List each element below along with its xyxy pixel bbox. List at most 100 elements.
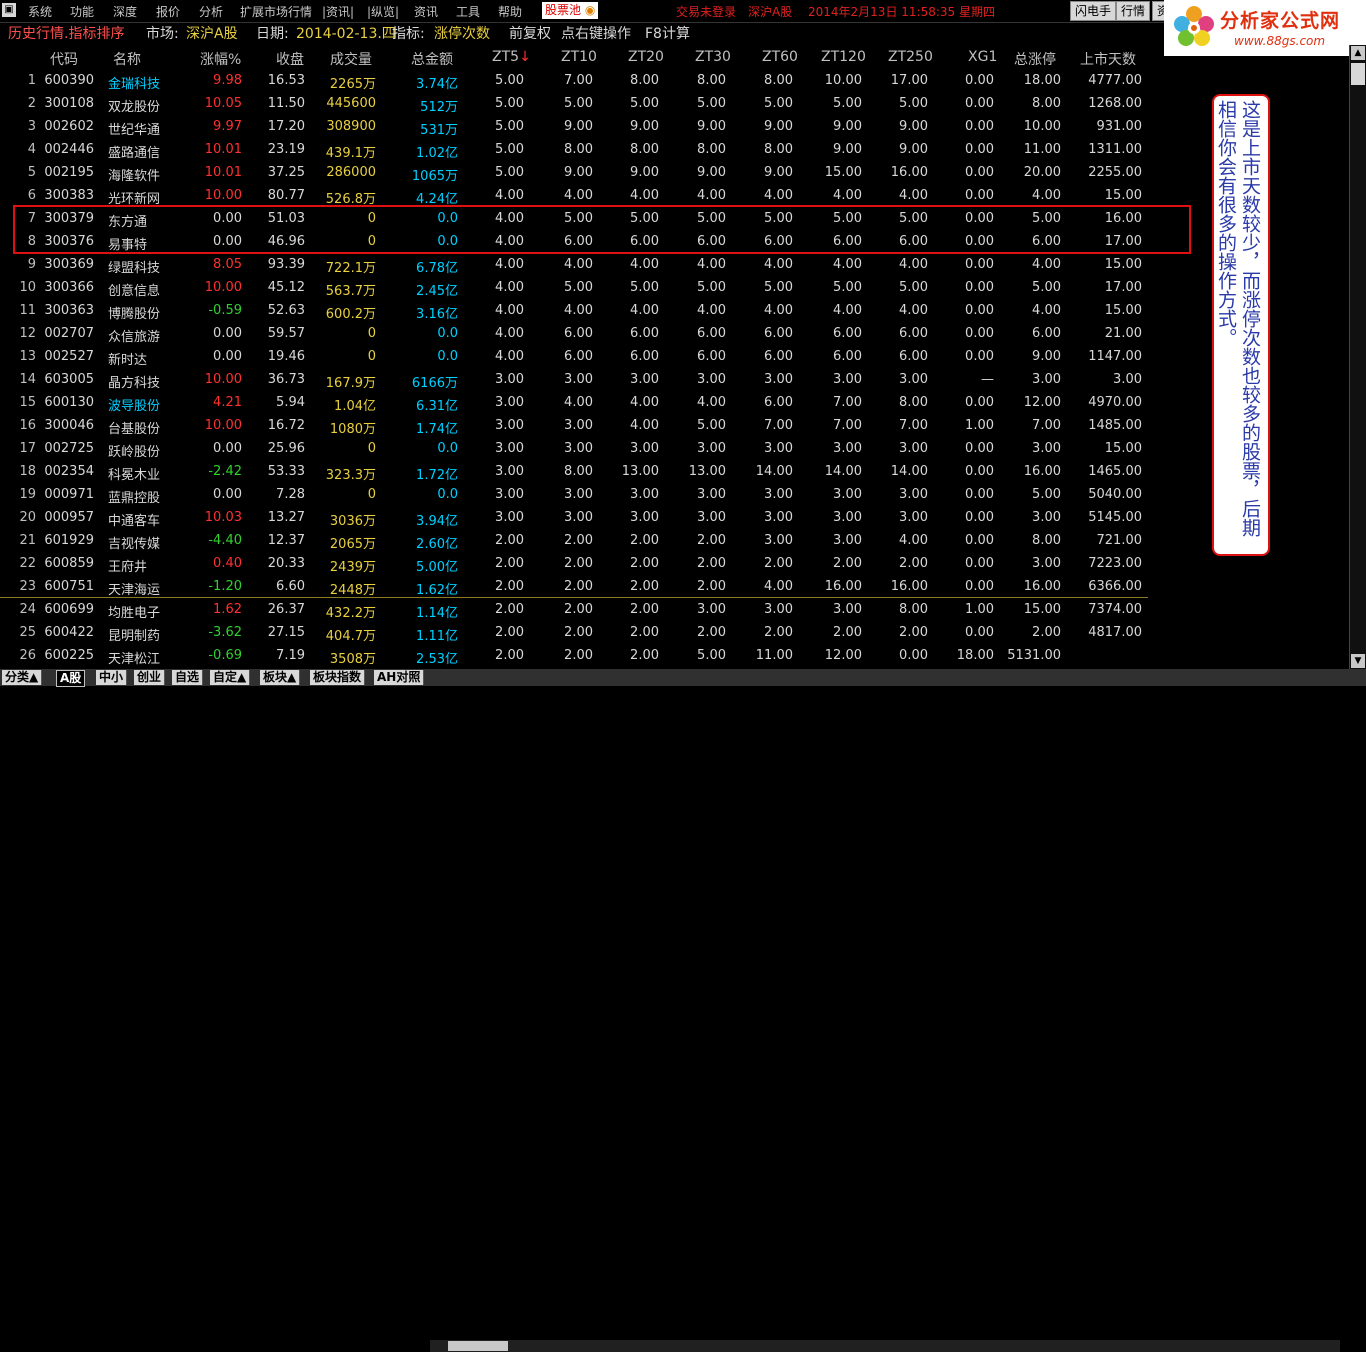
market-value[interactable]: 深沪A股 — [186, 23, 238, 43]
table-row[interactable]: 3 002602 世纪华通 9.97 17.20 308900 531万 5.00 9.00 9.… — [0, 116, 1148, 139]
table-row[interactable]: 18 002354 科冕木业 -2.42 53.33 323.3万 1.72亿 3.00 8.0… — [0, 461, 1148, 484]
table-row[interactable]: 16 300046 台基股份 10.00 16.72 1080万 1.74亿 3.00 3.00… — [0, 415, 1148, 438]
table-row[interactable]: 25 600422 昆明制药 -3.62 27.15 404.7万 1.11亿 2.00 2.0… — [0, 622, 1148, 645]
col-listed-days[interactable]: 上市天数 — [1080, 49, 1136, 69]
menu-info[interactable]: 资讯 — [414, 3, 438, 20]
zt5: 3.00 — [495, 395, 524, 410]
horizontal-scrollbar[interactable] — [430, 1340, 1340, 1352]
tab-category[interactable]: 分类▲ — [2, 670, 43, 685]
menu-depth[interactable]: 深度 — [113, 3, 137, 20]
date-value[interactable]: 2014-02-13.四 — [296, 23, 396, 43]
menu-stock-pool[interactable]: 股票池 ◉ — [542, 2, 599, 19]
table-row[interactable]: 2 300108 双龙股份 10.05 11.50 445600 512万 5.00 5.00 5… — [0, 93, 1148, 116]
zt30: 6.00 — [697, 326, 726, 341]
table-row[interactable]: 5 002195 海隆软件 10.01 37.25 286000 1065万 5.00 9.00… — [0, 162, 1148, 185]
table-row[interactable]: 26 600225 天津松江 -0.69 7.19 3508万 2.53亿 2.00 2.00 2… — [0, 645, 1148, 668]
zt60: 6.00 — [764, 349, 793, 364]
menu-system[interactable]: 系统 — [28, 3, 52, 20]
vertical-scrollbar[interactable]: ▲ ▼ — [1349, 45, 1366, 669]
app-menu-icon[interactable]: ▣ — [2, 3, 16, 17]
table-row[interactable]: 19 000971 蓝鼎控股 0.00 7.28 0 0.0 3.00 3.00 3.00 3.00… — [0, 484, 1148, 507]
menu-analysis[interactable]: 分析 — [199, 3, 223, 20]
hscroll-thumb[interactable] — [448, 1341, 508, 1351]
tab-ah-compare[interactable]: AH对照 — [374, 670, 425, 685]
tab-sector-index[interactable]: 板块指数 — [310, 670, 366, 685]
col-zt250[interactable]: ZT250 — [888, 49, 933, 65]
table-row[interactable]: 1 600390 金瑞科技 9.98 16.53 2265万 3.74亿 5.00 7.00 8.… — [0, 70, 1148, 93]
change-pct: 9.98 — [213, 73, 242, 88]
table-row[interactable]: 22 600859 王府井 0.40 20.33 2439万 5.00亿 2.00 2.00 2.… — [0, 553, 1148, 576]
table-row[interactable]: 20 000957 中通客车 10.03 13.27 3036万 3.94亿 3.00 3.00… — [0, 507, 1148, 530]
scroll-down-icon[interactable]: ▼ — [1351, 654, 1365, 668]
zt10: 5.00 — [564, 280, 593, 295]
menu-info-a[interactable]: |资讯| — [322, 3, 354, 20]
zt30: 4.00 — [697, 303, 726, 318]
col-zt60[interactable]: ZT60 — [762, 49, 798, 65]
total-limit-up: 8.00 — [1032, 96, 1061, 111]
tab-sector[interactable]: 板块▲ — [260, 670, 301, 685]
table-row[interactable]: 14 603005 晶方科技 10.00 36.73 167.9万 6166万 3.00 3.0… — [0, 369, 1148, 392]
col-name[interactable]: 名称 — [113, 49, 141, 69]
col-zt120[interactable]: ZT120 — [821, 49, 866, 65]
zt10: 6.00 — [564, 349, 593, 364]
col-total-limit-up[interactable]: 总涨停 — [1014, 49, 1056, 69]
table-row[interactable]: 9 300369 绿盟科技 8.05 93.39 722.1万 6.78亿 4.00 4.00 4… — [0, 254, 1148, 277]
col-zt10[interactable]: ZT10 — [561, 49, 597, 65]
table-row[interactable]: 10 300366 创意信息 10.00 45.12 563.7万 2.45亿 4.00 5.0… — [0, 277, 1148, 300]
f8-calc[interactable]: F8计算 — [645, 23, 690, 43]
zt5: 5.00 — [495, 119, 524, 134]
menu-tools[interactable]: 工具 — [456, 3, 480, 20]
scroll-thumb[interactable] — [1351, 63, 1365, 85]
table-row[interactable]: 24 600699 均胜电子 1.62 26.37 432.2万 1.14亿 2.00 2.00… — [0, 599, 1148, 622]
col-change[interactable]: 涨幅% — [200, 49, 241, 69]
tab-custom[interactable]: 自定▲ — [210, 670, 251, 685]
table-row[interactable]: 11 300363 博腾股份 -0.59 52.63 600.2万 3.16亿 4.00 4.0… — [0, 300, 1148, 323]
table-row[interactable]: 17 002725 跃岭股份 0.00 25.96 0 0.0 3.00 3.00 3.00 3.0… — [0, 438, 1148, 461]
menu-quote[interactable]: 报价 — [156, 3, 180, 20]
zt250: 16.00 — [890, 579, 928, 594]
table-row[interactable]: 15 600130 波导股份 4.21 5.94 1.04亿 6.31亿 3.00 4.00 4.… — [0, 392, 1148, 415]
col-zt5-label: ZT5 — [492, 49, 520, 65]
menu-ext-market[interactable]: 扩展市场行情 — [240, 3, 312, 20]
table-row[interactable]: 23 600751 天津海运 -1.20 6.60 2448万 1.62亿 2.00 2.00 2… — [0, 576, 1148, 599]
zt250: 6.00 — [899, 349, 928, 364]
amount: 2.60亿 — [416, 537, 458, 552]
menu-function[interactable]: 功能 — [70, 3, 94, 20]
table-row[interactable]: 12 002707 众信旅游 0.00 59.57 0 0.0 4.00 6.00 6.00 6.0… — [0, 323, 1148, 346]
tab-sme[interactable]: 中小 — [96, 670, 128, 685]
amount: 1065万 — [411, 169, 458, 184]
col-close[interactable]: 收盘 — [276, 49, 304, 69]
col-zt5[interactable]: ZT5↓ — [492, 49, 531, 65]
table-row[interactable]: 13 002527 新时达 0.00 19.46 0 0.0 4.00 6.00 6.00 6.00… — [0, 346, 1148, 369]
xg1: 0.00 — [965, 119, 994, 134]
scroll-up-icon[interactable]: ▲ — [1351, 46, 1365, 60]
col-volume[interactable]: 成交量 — [330, 49, 372, 69]
tab-watchlist[interactable]: 自选 — [172, 670, 204, 685]
row-index: 18 — [19, 464, 36, 479]
table-row[interactable]: 4 002446 盛路通信 10.01 23.19 439.1万 1.02亿 5.00 8.00… — [0, 139, 1148, 162]
flash-trade-button[interactable]: 闪电手 — [1070, 1, 1117, 21]
menu-help[interactable]: 帮助 — [498, 3, 522, 20]
tab-chinext[interactable]: 创业 — [134, 670, 166, 685]
zt20: 4.00 — [630, 303, 659, 318]
adjust-mode[interactable]: 前复权 — [509, 23, 551, 43]
zt120: 4.00 — [833, 303, 862, 318]
zt5: 3.00 — [495, 372, 524, 387]
col-code[interactable]: 代码 — [50, 49, 78, 69]
menu-overview[interactable]: |纵览| — [367, 3, 399, 20]
zt60: 8.00 — [764, 142, 793, 157]
quote-button[interactable]: 行情 — [1116, 1, 1151, 21]
change-pct: 8.05 — [213, 257, 242, 272]
col-zt20[interactable]: ZT20 — [628, 49, 664, 65]
col-xg1[interactable]: XG1 — [968, 49, 997, 65]
zt60: 5.00 — [764, 96, 793, 111]
xg1: 0.00 — [965, 142, 994, 157]
zt20: 4.00 — [630, 188, 659, 203]
col-zt30[interactable]: ZT30 — [695, 49, 731, 65]
table-row[interactable]: 21 601929 吉视传媒 -4.40 12.37 2065万 2.60亿 2.00 2.00… — [0, 530, 1148, 553]
col-amount[interactable]: 总金额 — [411, 49, 453, 69]
refresh-icon: ◉ — [584, 3, 596, 17]
row-index: 25 — [19, 625, 36, 640]
indicator-value[interactable]: 涨停次数 — [434, 23, 490, 43]
tab-a-shares[interactable]: A股 — [56, 670, 86, 687]
